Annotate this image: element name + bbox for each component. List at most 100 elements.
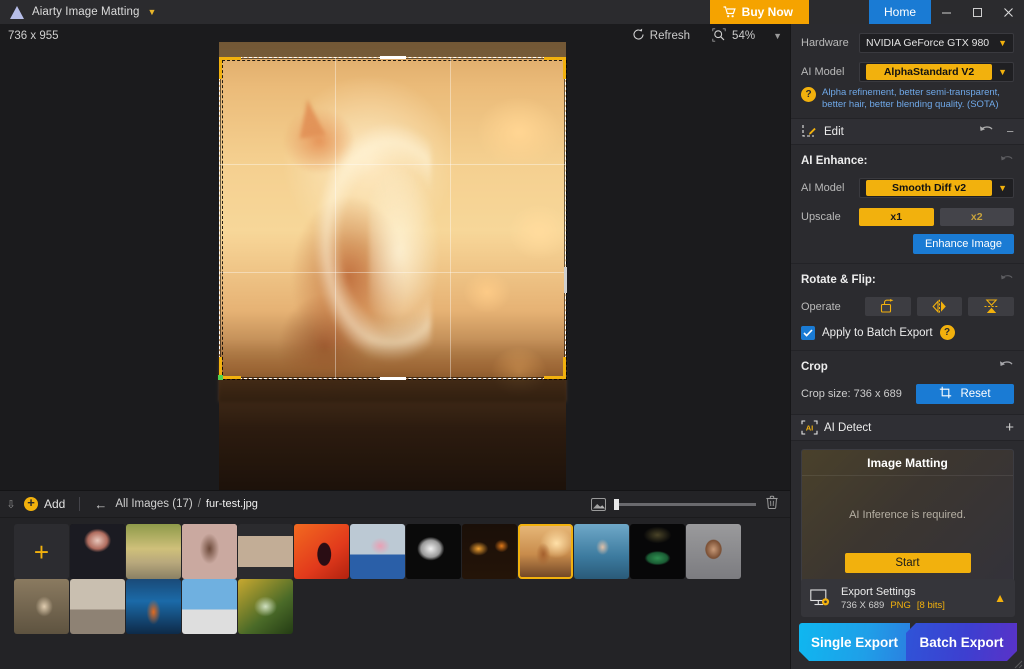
operate-row: Operate bbox=[791, 297, 1024, 316]
hardware-label: Hardware bbox=[801, 37, 849, 49]
crop-handle-bottom-center[interactable] bbox=[379, 377, 406, 380]
export-size: 736 X 689 bbox=[841, 599, 885, 611]
undo-icon[interactable] bbox=[1000, 271, 1014, 289]
buy-now-label: Buy Now bbox=[741, 5, 793, 19]
add-label: Add bbox=[44, 497, 66, 511]
thumbnail-bicycle[interactable] bbox=[126, 524, 181, 579]
canvas-toolbar: 736 x 955 Refresh 54% ▼ bbox=[0, 24, 790, 48]
add-images-button[interactable]: + Add bbox=[24, 496, 66, 511]
thumbnail-emerald-necklace[interactable] bbox=[630, 524, 685, 579]
resize-grip[interactable] bbox=[1011, 656, 1023, 669]
thumbnail-size-slider[interactable] bbox=[614, 498, 756, 510]
undo-icon[interactable] bbox=[979, 123, 994, 141]
thumbnail-child-portrait[interactable] bbox=[14, 579, 69, 634]
crop-handle-bottom-right[interactable] bbox=[563, 357, 566, 379]
thumbnail-interior-scene[interactable] bbox=[70, 579, 125, 634]
ai-detect-header: AI AI Detect + bbox=[791, 414, 1024, 441]
thumbnail-neon-figure[interactable] bbox=[126, 579, 181, 634]
thumbnail-jellyfish[interactable] bbox=[70, 524, 125, 579]
zoom-level: 54% bbox=[732, 30, 756, 42]
buy-now-button[interactable]: Buy Now bbox=[709, 0, 809, 24]
flip-horizontal-icon[interactable] bbox=[916, 297, 963, 316]
crop-selection[interactable] bbox=[218, 56, 567, 380]
crop-gridline-v2 bbox=[450, 57, 452, 379]
batch-export-button[interactable]: Batch Export bbox=[906, 623, 1017, 661]
cart-icon bbox=[723, 6, 736, 18]
close-button[interactable] bbox=[993, 0, 1024, 24]
ai-model-top-select[interactable]: AlphaStandard V2 ▼ bbox=[859, 62, 1014, 82]
thumbnail-add-tile[interactable]: + bbox=[14, 524, 69, 579]
toolbar-divider bbox=[79, 497, 81, 511]
thumbnail-bmx-jump[interactable] bbox=[182, 579, 237, 634]
edit-crop-icon bbox=[801, 124, 817, 139]
thumbnail-pink-hair-woman[interactable] bbox=[350, 524, 405, 579]
crop-gridline-h2 bbox=[219, 271, 566, 273]
crop-handle-top-left[interactable] bbox=[219, 57, 241, 60]
rotate-icon[interactable] bbox=[865, 297, 911, 316]
chevron-down-icon[interactable]: ▼ bbox=[147, 7, 156, 17]
trash-icon[interactable] bbox=[764, 494, 780, 515]
hardware-row: Hardware NVIDIA GeForce GTX 980 ▼ bbox=[791, 33, 1024, 53]
crop-handle-right-center[interactable] bbox=[564, 267, 567, 293]
hardware-select[interactable]: NVIDIA GeForce GTX 980 ▼ bbox=[859, 33, 1014, 53]
breadcrumb-all-images[interactable]: All Images (17) bbox=[115, 498, 192, 510]
image-stage[interactable] bbox=[218, 42, 567, 490]
chevrons-down-icon[interactable]: ⇩ bbox=[0, 498, 22, 511]
thumbnail-blonde-portrait[interactable] bbox=[238, 524, 293, 579]
question-icon[interactable]: ? bbox=[801, 87, 816, 102]
single-export-button[interactable]: Single Export bbox=[799, 623, 910, 661]
slider-handle[interactable] bbox=[614, 498, 619, 510]
chevron-up-icon[interactable]: ▲ bbox=[994, 591, 1006, 605]
crop-handle-top-left[interactable] bbox=[219, 57, 222, 79]
thumbnail-woman-blossoms[interactable] bbox=[182, 524, 237, 579]
tab-home[interactable]: Home bbox=[869, 0, 931, 24]
ai-enhance-model-row: AI Model Smooth Diff v2 ▼ bbox=[791, 178, 1024, 198]
thumbnail-fur-test-kitten[interactable] bbox=[518, 524, 573, 579]
zoom-control[interactable]: 54% ▼ bbox=[712, 27, 782, 45]
apply-batch-row: Apply to Batch Export ? bbox=[791, 316, 1024, 350]
thumbnail-red-silhouette[interactable] bbox=[294, 524, 349, 579]
export-settings-row[interactable]: Export Settings 736 X 689 PNG [8 bits] ▲ bbox=[801, 579, 1015, 617]
breadcrumb-separator: / bbox=[197, 498, 201, 510]
crop-reset-button[interactable]: Reset bbox=[916, 384, 1014, 404]
ai-enhance-model-select[interactable]: Smooth Diff v2 ▼ bbox=[859, 178, 1014, 198]
upscale-x2-button[interactable]: x2 bbox=[939, 208, 1014, 226]
crop-handle-top-right[interactable] bbox=[563, 57, 566, 79]
upscale-row: Upscale x1 x2 bbox=[791, 208, 1024, 226]
filmstrip-toolbar: ⇩ + Add ← All Images (17) / fur-test.jpg bbox=[0, 491, 790, 518]
operate-label: Operate bbox=[801, 300, 841, 313]
image-size-icon[interactable] bbox=[591, 497, 606, 511]
refresh-label: Refresh bbox=[649, 30, 691, 42]
crop-handle-top-center[interactable] bbox=[379, 56, 406, 59]
edit-section-title: Edit bbox=[824, 125, 844, 138]
thumbnail-fire-scene[interactable] bbox=[462, 524, 517, 579]
enhance-image-button[interactable]: Enhance Image bbox=[912, 234, 1014, 254]
upscale-x1-button[interactable]: x1 bbox=[859, 208, 934, 226]
arrow-left-icon[interactable]: ← bbox=[94, 497, 107, 512]
undo-icon[interactable] bbox=[1000, 152, 1014, 170]
question-icon[interactable]: ? bbox=[939, 325, 955, 340]
chevron-down-icon[interactable]: ▼ bbox=[773, 31, 782, 41]
minus-icon[interactable]: − bbox=[1006, 125, 1014, 138]
plus-icon[interactable]: + bbox=[1005, 420, 1014, 435]
apply-batch-checkbox[interactable] bbox=[801, 325, 815, 340]
ai-model-top-value: AlphaStandard V2 bbox=[866, 64, 993, 80]
maximize-button[interactable] bbox=[962, 0, 993, 24]
undo-icon[interactable] bbox=[999, 358, 1014, 376]
canvas-area: 736 x 955 Refresh 54% ▼ bbox=[0, 24, 790, 490]
crop-reset-label: Reset bbox=[960, 388, 991, 400]
refresh-button[interactable]: Refresh bbox=[632, 28, 690, 44]
thumbnail-white-hand[interactable] bbox=[406, 524, 461, 579]
ai-bracket-icon: AI bbox=[801, 420, 818, 435]
start-button[interactable]: Start bbox=[844, 553, 971, 573]
flip-vertical-icon[interactable] bbox=[968, 297, 1015, 316]
chevron-down-icon: ▼ bbox=[998, 67, 1007, 77]
crop-handle-corner-dot[interactable] bbox=[218, 375, 223, 380]
filmstrip-toolbar-right bbox=[591, 494, 790, 515]
tab-home-label: Home bbox=[883, 5, 916, 19]
thumbnail-spider-web[interactable] bbox=[238, 579, 293, 634]
thumbnail-bearded-man[interactable] bbox=[686, 524, 741, 579]
minimize-button[interactable] bbox=[931, 0, 962, 24]
thumbnail-blue-robed-woman[interactable] bbox=[574, 524, 629, 579]
ai-enhance-title: AI Enhance: bbox=[801, 155, 868, 167]
